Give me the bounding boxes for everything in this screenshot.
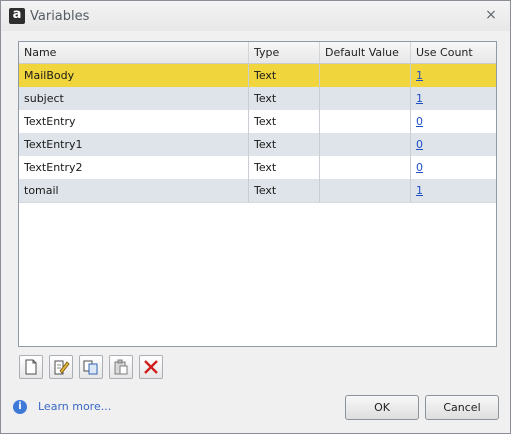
cell-default-value: [320, 87, 411, 110]
ok-button[interactable]: OK: [345, 395, 419, 420]
cell-use-count: 0: [411, 110, 496, 133]
cell-default-value: [320, 64, 411, 87]
table-row[interactable]: subject Text 1: [19, 87, 496, 111]
copy-icon: [83, 360, 98, 375]
cell-use-count: 0: [411, 133, 496, 156]
use-count-link[interactable]: 1: [416, 184, 423, 197]
edit-variable-button[interactable]: [49, 355, 73, 379]
new-icon: [25, 359, 37, 375]
close-button[interactable]: ×: [482, 6, 500, 24]
cell-use-count: 1: [411, 179, 496, 202]
cell-use-count: 1: [411, 87, 496, 110]
delete-icon: [144, 360, 158, 374]
column-header-use-count[interactable]: Use Count: [411, 42, 496, 63]
use-count-link[interactable]: 0: [416, 115, 423, 128]
cell-type: Text: [249, 133, 320, 156]
cancel-button[interactable]: Cancel: [425, 395, 499, 420]
info-icon: i: [13, 400, 27, 414]
cell-name: TextEntry: [19, 110, 249, 133]
table-row[interactable]: tomail Text 1: [19, 179, 496, 203]
dialog-title: Variables: [30, 9, 90, 24]
variables-grid: Name Type Default Value Use Count MailBo…: [18, 41, 497, 347]
cell-name: TextEntry2: [19, 156, 249, 179]
learn-more-link[interactable]: Learn more...: [38, 400, 111, 413]
cell-name: tomail: [19, 179, 249, 202]
title-bar[interactable]: a Variables ×: [1, 1, 510, 31]
grid-header: Name Type Default Value Use Count: [19, 42, 496, 64]
paste-variable-button[interactable]: [109, 355, 133, 379]
column-header-type[interactable]: Type: [249, 42, 320, 63]
use-count-link[interactable]: 0: [416, 138, 423, 151]
cell-type: Text: [249, 87, 320, 110]
cell-type: Text: [249, 64, 320, 87]
new-variable-button[interactable]: [19, 355, 43, 379]
cell-name: TextEntry1: [19, 133, 249, 156]
cell-type: Text: [249, 156, 320, 179]
copy-variable-button[interactable]: [79, 355, 103, 379]
table-row[interactable]: TextEntry2 Text 0: [19, 156, 496, 180]
edit-icon: [54, 360, 70, 375]
cell-name: MailBody: [19, 64, 249, 87]
column-header-default-value[interactable]: Default Value: [320, 42, 411, 63]
use-count-link[interactable]: 0: [416, 161, 423, 174]
variables-dialog: a Variables × Name Type Default Value Us…: [0, 0, 511, 434]
cell-use-count: 1: [411, 64, 496, 87]
table-row[interactable]: TextEntry1 Text 0: [19, 133, 496, 157]
table-row[interactable]: MailBody Text 1: [19, 64, 496, 88]
delete-variable-button[interactable]: [139, 355, 163, 379]
cell-type: Text: [249, 110, 320, 133]
use-count-link[interactable]: 1: [416, 92, 423, 105]
app-logo-icon: a: [9, 7, 25, 24]
cell-use-count: 0: [411, 156, 496, 179]
cell-default-value: [320, 133, 411, 156]
cell-name: subject: [19, 87, 249, 110]
table-row[interactable]: TextEntry Text 0: [19, 110, 496, 134]
cell-default-value: [320, 156, 411, 179]
use-count-link[interactable]: 1: [416, 69, 423, 82]
cell-default-value: [320, 179, 411, 202]
cell-default-value: [320, 110, 411, 133]
paste-icon: [114, 359, 128, 375]
column-header-name[interactable]: Name: [19, 42, 249, 63]
cell-type: Text: [249, 179, 320, 202]
